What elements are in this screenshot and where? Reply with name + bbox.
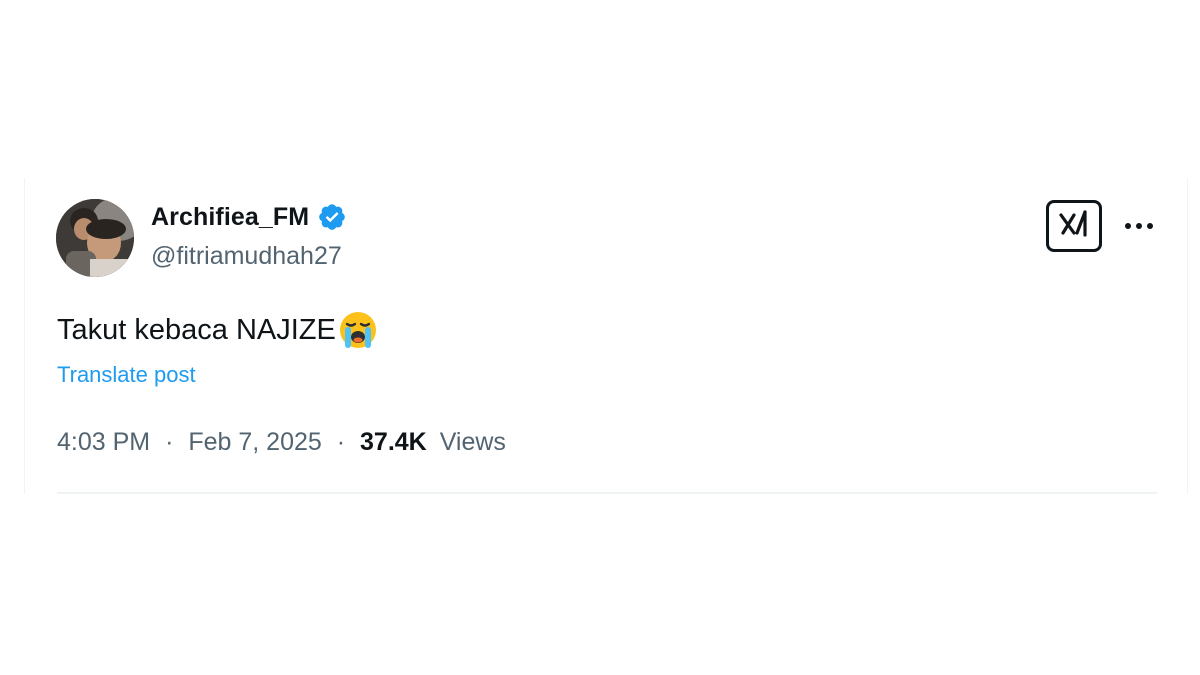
author-handle[interactable]: @fitriamudhah27 (151, 242, 342, 271)
grok-button[interactable] (1046, 200, 1102, 252)
screenshot-canvas: Archifiea_FM @fitriamudhah27 Takut kebac… (0, 0, 1200, 675)
author-name-row: Archifiea_FM (151, 202, 347, 232)
tweet-text: Takut kebaca NAJIZE (57, 313, 336, 346)
meta-separator: · (165, 428, 174, 456)
tweet-card: Archifiea_FM @fitriamudhah27 Takut kebac… (24, 178, 1188, 494)
translate-post-link[interactable]: Translate post (57, 362, 196, 388)
grok-icon (1057, 209, 1091, 244)
views-label[interactable]: Views (440, 428, 506, 456)
meta-separator: · (336, 428, 346, 456)
tweet-meta: 4:03 PM · Feb 7, 2025 · 37.4K Views (57, 428, 506, 457)
more-options-icon (1124, 217, 1154, 235)
tweet-divider (57, 492, 1157, 494)
tweet-time[interactable]: 4:03 PM (57, 428, 150, 456)
views-count[interactable]: 37.4K (360, 428, 427, 456)
avatar[interactable] (56, 199, 134, 277)
verified-badge-icon (317, 202, 347, 232)
tweet-body: Takut kebaca NAJIZE (57, 310, 378, 350)
author-display-name[interactable]: Archifiea_FM (151, 203, 309, 232)
more-options-button[interactable] (1119, 208, 1159, 244)
tweet-date[interactable]: Feb 7, 2025 (188, 428, 321, 456)
loudly-crying-face-emoji (336, 310, 378, 350)
